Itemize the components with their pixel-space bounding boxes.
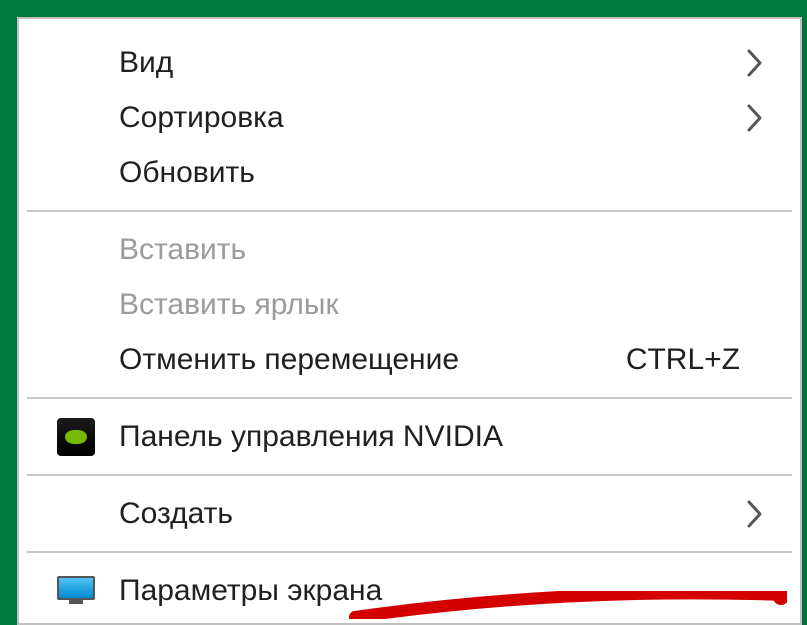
nvidia-icon	[57, 418, 95, 456]
menu-item-paste-shortcut: Вставить ярлык	[19, 277, 800, 332]
menu-item-sort[interactable]: Сортировка	[19, 90, 800, 145]
menu-item-label: Вид	[119, 46, 760, 80]
menu-item-label: Вставить	[119, 233, 760, 267]
menu-item-display-settings[interactable]: Параметры экрана	[19, 563, 800, 618]
menu-item-label: Отменить перемещение	[119, 343, 626, 377]
menu-item-nvidia-panel[interactable]: Панель управления NVIDIA	[19, 409, 800, 464]
menu-separator	[27, 474, 792, 476]
menu-item-label: Панель управления NVIDIA	[119, 420, 760, 454]
desktop-context-menu: Вид Сортировка Обновить Вставить Вставит…	[17, 17, 802, 625]
menu-item-shortcut: CTRL+Z	[626, 343, 740, 377]
menu-item-label: Обновить	[119, 156, 760, 190]
menu-item-label: Вставить ярлык	[119, 288, 760, 322]
menu-item-label: Создать	[119, 497, 760, 531]
menu-item-paste: Вставить	[19, 222, 800, 277]
menu-separator	[27, 397, 792, 399]
menu-separator	[27, 210, 792, 212]
chevron-right-icon	[746, 499, 764, 529]
chevron-right-icon	[746, 103, 764, 133]
menu-item-create[interactable]: Создать	[19, 486, 800, 541]
menu-separator	[27, 551, 792, 553]
display-icon	[57, 572, 95, 610]
menu-item-view[interactable]: Вид	[19, 35, 800, 90]
chevron-right-icon	[746, 48, 764, 78]
menu-item-refresh[interactable]: Обновить	[19, 145, 800, 200]
menu-item-label: Сортировка	[119, 101, 760, 135]
menu-item-undo-move[interactable]: Отменить перемещение CTRL+Z	[19, 332, 800, 387]
menu-item-label: Параметры экрана	[119, 574, 760, 608]
